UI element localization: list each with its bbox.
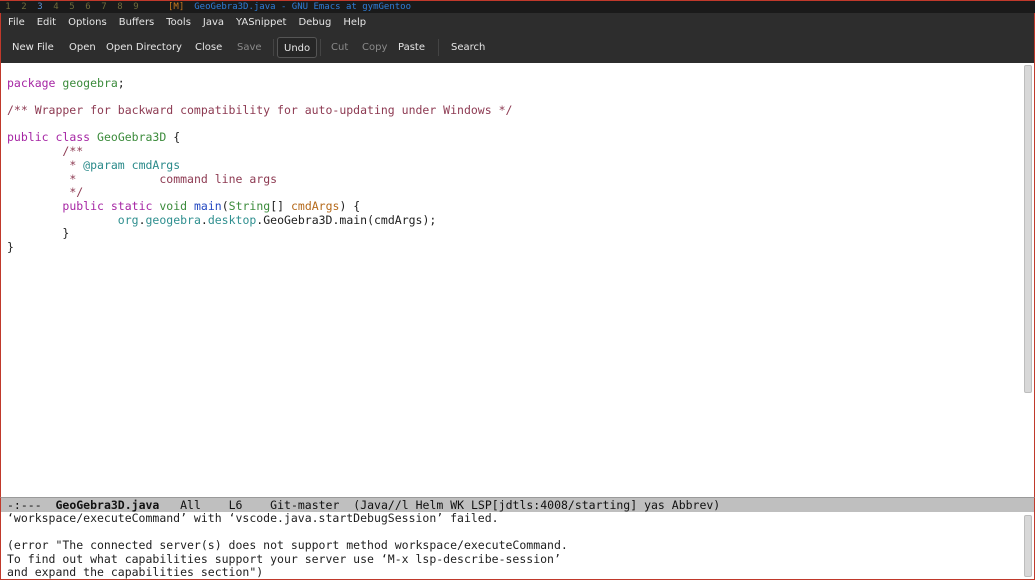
echo-line: To find out what capabilities support yo… <box>7 551 561 566</box>
punct: ; <box>117 75 125 90</box>
window-title: GeoGebra3D.java - GNU Emacs at gymGentoo <box>194 2 412 12</box>
code-line: */ <box>7 185 512 200</box>
class-name: GeoGebra3D <box>97 130 167 145</box>
toolbar-separator <box>438 39 439 56</box>
close-button[interactable]: Close <box>189 37 228 58</box>
doc-param: cmdArgs <box>131 157 181 172</box>
echo-line: (error "The connected server(s) does not… <box>7 538 568 553</box>
editor-buffer[interactable]: package geogebra; /** Wrapper for backwar… <box>0 63 1035 497</box>
keyword: class <box>55 130 91 145</box>
modeline-buffer-name[interactable]: GeoGebra3D.java <box>55 498 159 512</box>
comment: */ <box>69 185 84 200</box>
comment: * <box>69 171 77 186</box>
workspace-3[interactable]: 3 <box>32 1 48 13</box>
code-line: /** <box>7 144 512 159</box>
code-line: * command line args <box>7 171 512 187</box>
open-directory-button[interactable]: Open Directory <box>100 37 188 58</box>
editor-scrollbar[interactable] <box>1024 65 1032 393</box>
keyword: static <box>110 198 153 213</box>
keyword: public <box>7 130 49 145</box>
code-line: } <box>7 239 512 255</box>
paste-button[interactable]: Paste <box>392 37 431 58</box>
workspace-bar: 1 2 3 4 5 6 7 8 9 [M] GeoGebra3D.java - GNU Emacs … <box>0 0 1035 13</box>
type: void <box>159 198 188 213</box>
punct: [] <box>270 198 291 213</box>
save-button[interactable]: Save <box>231 37 268 58</box>
modeline-line: L6 <box>228 498 243 512</box>
workspace-8[interactable]: 8 <box>112 1 128 13</box>
package-ref: geogebra <box>145 212 201 227</box>
function-name: main <box>194 198 222 213</box>
emacs-window: 1 2 3 4 5 6 7 8 9 [M] GeoGebra3D.java - GNU Emacs … <box>0 0 1035 580</box>
tool-bar: New File Open Open Directory Close Save … <box>0 32 1035 63</box>
workspace-4[interactable]: 4 <box>48 1 64 13</box>
code-line: public class GeoGebra3D { <box>7 131 512 145</box>
menu-java[interactable]: Java <box>197 13 230 32</box>
menu-buffers[interactable]: Buffers <box>113 13 161 32</box>
code-line: public static void main(String[] cmdArgs… <box>62 198 361 213</box>
comment: command line args <box>159 171 278 186</box>
punct: } <box>7 239 14 254</box>
modeline-vc[interactable]: Git-master <box>270 498 339 512</box>
echo-line <box>7 526 568 540</box>
keyword: package <box>7 75 56 90</box>
modeline-position: All <box>180 498 201 512</box>
workspace-1[interactable]: 1 <box>0 1 16 13</box>
menu-options[interactable]: Options <box>62 13 113 32</box>
toolbar-separator <box>320 39 321 56</box>
echo-area[interactable]: ‘workspace/executeCommand’ with ‘vscode.… <box>0 512 1035 580</box>
doc-tag: @param <box>83 157 125 172</box>
menu-yasnippet[interactable]: YASnippet <box>230 13 292 32</box>
workspace-2[interactable]: 2 <box>16 1 32 13</box>
package-ref: org <box>117 212 139 227</box>
menu-help[interactable]: Help <box>337 13 372 32</box>
undo-button[interactable]: Undo <box>277 37 318 58</box>
parameter: cmdArgs <box>290 198 340 213</box>
keyword: public <box>62 198 104 213</box>
modeline-status: -:--- <box>7 498 42 512</box>
menu-bar: File Edit Options Buffers Tools Java YASnippet… <box>0 13 1035 32</box>
copy-button[interactable]: Copy <box>356 37 393 58</box>
menu-debug[interactable]: Debug <box>292 13 337 32</box>
menu-edit[interactable]: Edit <box>31 13 62 32</box>
code-line: package geogebra; <box>7 75 512 91</box>
cut-button[interactable]: Cut <box>325 37 354 58</box>
call-text: GeoGebra3D.main(cmdArgs); <box>263 212 437 227</box>
menu-tools[interactable]: Tools <box>160 13 197 32</box>
package-ref: desktop <box>207 212 257 227</box>
comment: /** Wrapper for backward compatibility f… <box>7 103 513 118</box>
window-layout-flag: [M] <box>168 2 185 12</box>
mode-line[interactable]: -:--- GeoGebra3D.java All L6 Git-master … <box>0 497 1035 512</box>
package-name: geogebra <box>62 75 118 90</box>
type: String <box>228 198 271 213</box>
comment: * <box>69 157 84 172</box>
echo-scrollbar[interactable] <box>1024 515 1032 577</box>
open-button[interactable]: Open <box>63 37 102 58</box>
workspace-6[interactable]: 6 <box>80 1 96 13</box>
comment: /** <box>62 144 84 159</box>
code-line: } <box>7 226 512 241</box>
echo-text: ‘workspace/executeCommand’ with ‘vscode.… <box>7 512 568 580</box>
code-text: package geogebra; /** Wrapper for backwar… <box>7 63 512 255</box>
toolbar-separator <box>273 39 274 56</box>
echo-line: and expand the capabilities section") <box>7 565 264 580</box>
code-line: /** Wrapper for backward compatibility f… <box>7 103 513 118</box>
echo-line: ‘workspace/executeCommand’ with ‘vscode.… <box>7 512 499 525</box>
new-file-button[interactable]: New File <box>6 37 60 58</box>
menu-file[interactable]: File <box>1 13 31 32</box>
modeline-modes[interactable]: (Java//l Helm WK LSP[jdtls:4008/starting… <box>353 498 720 512</box>
workspace-9[interactable]: 9 <box>128 1 144 13</box>
workspace-7[interactable]: 7 <box>96 1 112 13</box>
punct: } <box>62 226 70 241</box>
workspace-5[interactable]: 5 <box>64 1 80 13</box>
code-line: org.geogebra.desktop.GeoGebra3D.main(cmd… <box>117 212 437 227</box>
punct: { <box>173 130 181 145</box>
search-button[interactable]: Search <box>445 37 491 58</box>
code-line: * @param cmdArgs <box>7 157 512 173</box>
punct: ) { <box>339 198 361 213</box>
